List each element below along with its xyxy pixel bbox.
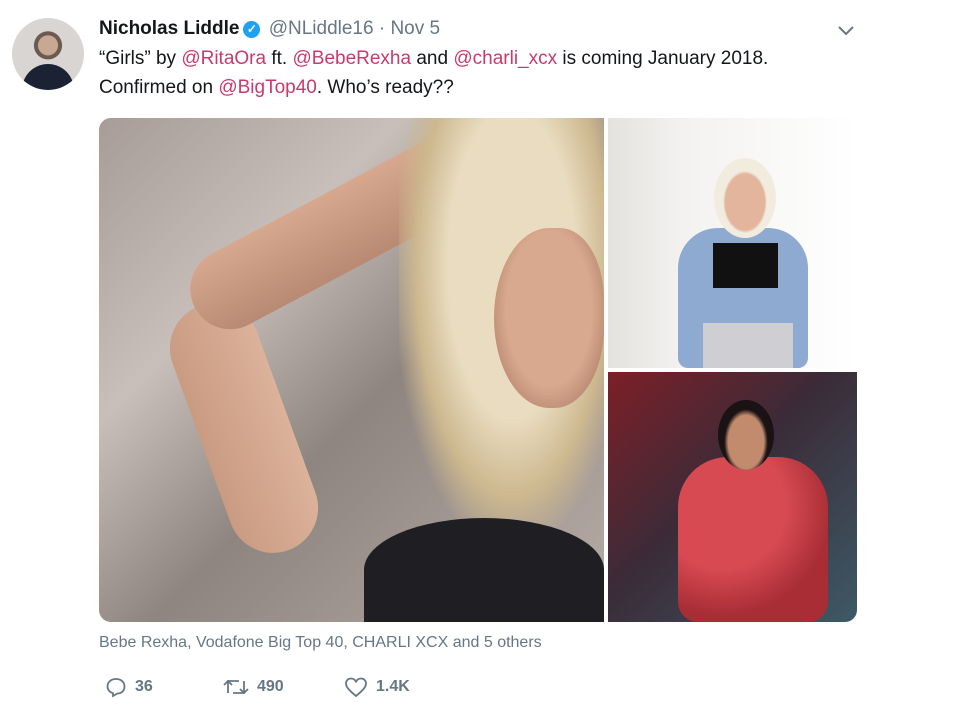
photo-shape (703, 323, 793, 368)
photo-shape (713, 243, 778, 288)
retweet-icon (223, 679, 249, 695)
author-name[interactable]: Nicholas Liddle (99, 18, 239, 39)
reply-count: 36 (135, 678, 153, 695)
reply-icon (106, 678, 126, 698)
photo-shape (494, 228, 604, 408)
photo-shape (718, 400, 774, 470)
avatar[interactable] (12, 18, 84, 90)
tweet-text-part: and (411, 48, 454, 69)
retweet-button[interactable]: 490 (223, 676, 284, 698)
tweet-text-part: “Girls” by (99, 48, 182, 69)
tweet-header: Nicholas Liddle ✓ @NLiddle16 · Nov 5 (99, 17, 440, 41)
photo-shape (714, 158, 776, 238)
photo-bebe-rexha[interactable] (608, 118, 857, 368)
retweet-count: 490 (257, 678, 284, 695)
mention-ritaora[interactable]: @RitaOra (181, 48, 266, 69)
reply-button[interactable]: 36 (105, 676, 153, 698)
photo-charli-xcx[interactable] (608, 372, 857, 622)
like-button[interactable]: 1.4K (344, 676, 410, 698)
tweet-date[interactable]: Nov 5 (390, 18, 440, 39)
media-tags[interactable]: Bebe Rexha, Vodafone Big Top 40, CHARLI … (99, 634, 542, 652)
like-count: 1.4K (376, 678, 410, 695)
photo-rita-ora[interactable] (99, 118, 604, 622)
media-grid (99, 118, 857, 622)
mention-beberexha[interactable]: @BebeRexha (292, 48, 411, 69)
mention-bigtop40[interactable]: @BigTop40 (218, 77, 317, 98)
chevron-down-icon[interactable] (836, 22, 856, 40)
author-handle[interactable]: @NLiddle16 (269, 18, 374, 39)
avatar-shirt (22, 64, 74, 90)
tweet-text-part: . Who’s ready?? (316, 77, 454, 98)
header-separator: · (378, 18, 386, 39)
like-icon (345, 677, 367, 698)
photo-shape (364, 518, 604, 622)
mention-charli-xcx[interactable]: @charli_xcx (453, 48, 557, 69)
tweet-text: “Girls” by @RitaOra ft. @BebeRexha and @… (99, 44, 859, 102)
photo-shape (678, 457, 828, 622)
tweet-text-part: ft. (266, 48, 293, 69)
verified-badge-icon: ✓ (243, 21, 261, 38)
photo-shape (157, 290, 331, 566)
